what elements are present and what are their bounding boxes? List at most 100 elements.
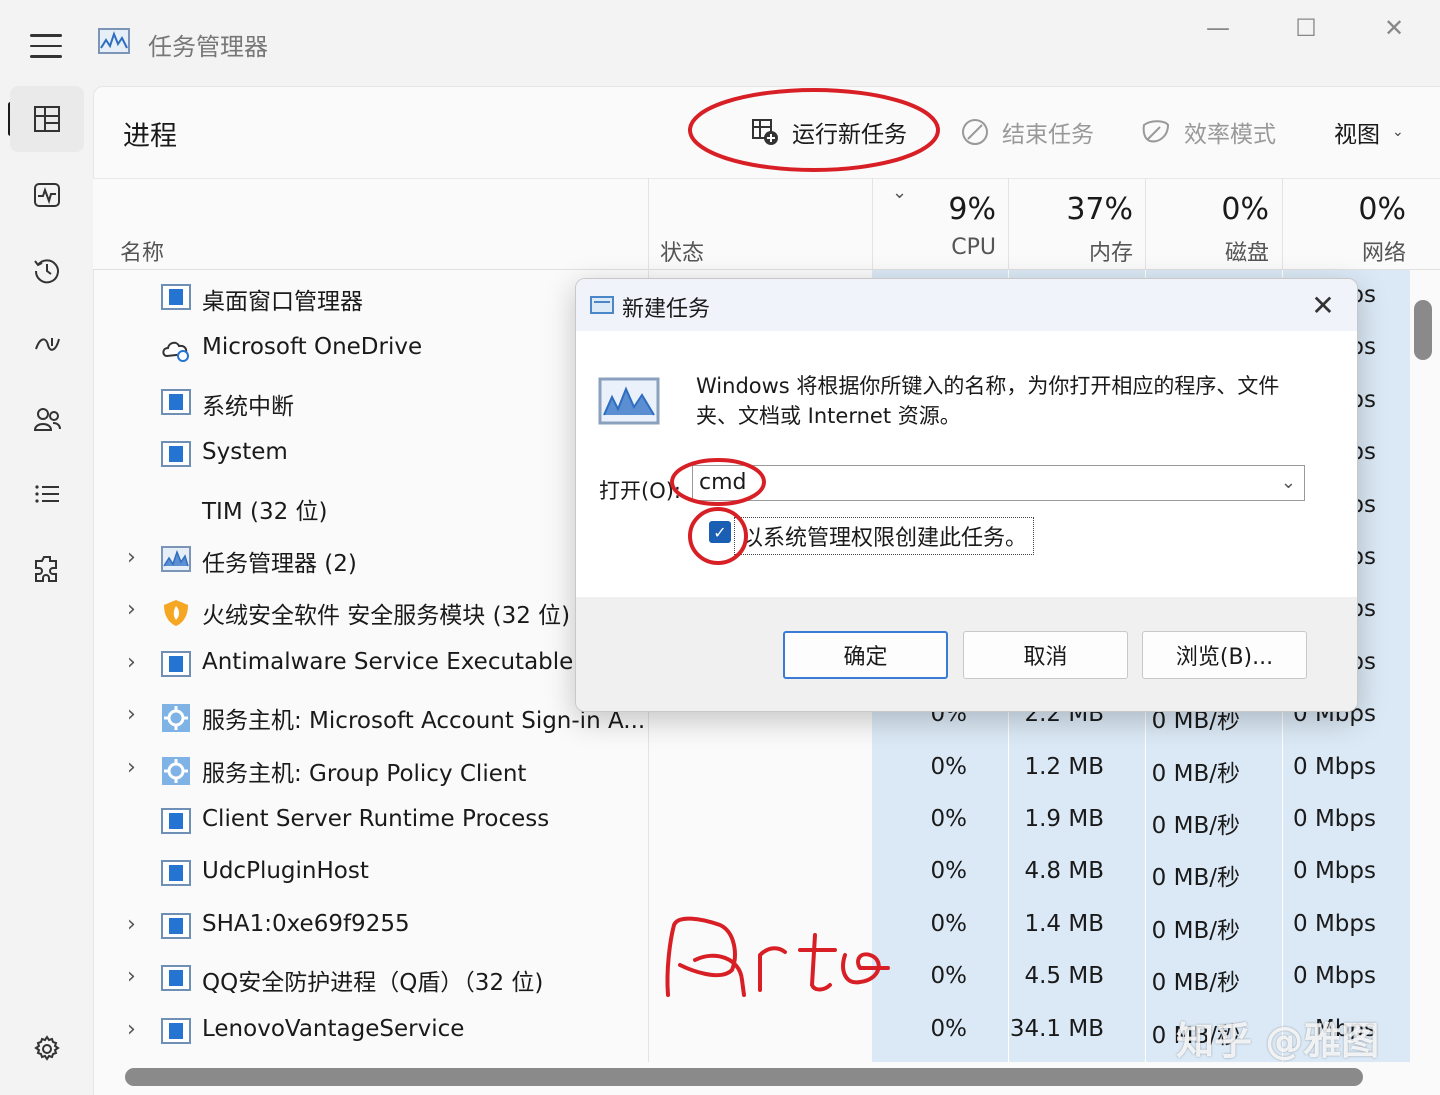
page-title: 进程 <box>123 121 177 152</box>
maximize-button[interactable]: ☐ <box>1276 10 1336 46</box>
app-window-icon <box>161 650 191 677</box>
app-window-icon <box>161 860 191 887</box>
dialog-close-button[interactable]: ✕ <box>1303 287 1343 323</box>
column-divider <box>872 178 873 270</box>
column-header-cpu[interactable]: CPU <box>951 235 996 260</box>
table-row[interactable]: › SHA1:0xe69f9255 0% 1.4 MB 0 MB/秒 0 Mbps <box>93 900 1410 952</box>
process-mem: 4.8 MB <box>1024 858 1104 885</box>
process-cpu: 0% <box>930 1015 968 1042</box>
table-row[interactable]: UdcPluginHost 0% 4.8 MB 0 MB/秒 0 Mbps <box>93 847 1410 899</box>
process-name: System <box>202 439 288 466</box>
process-mem: 1.9 MB <box>1024 806 1104 832</box>
process-name: TIM (32 位) <box>202 498 328 525</box>
cpu-percent[interactable]: 9% <box>948 192 996 227</box>
process-net: 0 Mbps <box>1293 858 1376 885</box>
column-header-status[interactable]: 状态 <box>660 235 704 267</box>
hamburger-menu-icon[interactable] <box>30 34 62 58</box>
process-cpu: 0% <box>930 858 968 885</box>
view-dropdown[interactable]: 视图 ⌄ <box>1334 112 1404 152</box>
column-divider <box>1008 178 1009 270</box>
new-task-icon <box>752 119 778 145</box>
dialog-title-bar: 新建任务 ✕ <box>576 279 1357 331</box>
column-header-disk[interactable]: 磁盘 <box>1225 235 1269 267</box>
process-name: 系统中断 <box>202 393 294 420</box>
admin-privileges-label[interactable]: 以系统管理权限创建此任务。 <box>734 517 1035 555</box>
process-net: 0 Mbps <box>1293 753 1376 780</box>
process-name: SHA1:0xe69f9255 <box>202 910 410 937</box>
process-mem: 1.2 MB <box>1024 753 1104 780</box>
app-window-icon <box>161 441 191 468</box>
horizontal-scrollbar[interactable] <box>125 1068 1363 1086</box>
gear-service-icon <box>161 703 191 733</box>
process-name: 任务管理器 (2) <box>202 551 357 577</box>
nav-startup-apps-icon[interactable] <box>10 311 84 377</box>
efficiency-mode-label: 效率模式 <box>1184 122 1276 148</box>
app-window-icon <box>161 912 191 939</box>
nav-details-icon[interactable] <box>10 461 84 527</box>
expand-chevron-icon[interactable]: › <box>127 755 136 780</box>
expand-chevron-icon[interactable]: › <box>127 1017 136 1042</box>
open-label: 打开(O): <box>599 479 681 503</box>
cancel-button[interactable]: 取消 <box>963 631 1128 679</box>
end-task-icon <box>962 119 988 145</box>
task-manager-app-icon <box>98 28 130 54</box>
process-name: 火绒安全软件 安全服务模块 (32 位) <box>202 603 571 630</box>
app-window-icon <box>161 388 191 415</box>
onedrive-icon <box>161 336 191 363</box>
open-command-combobox[interactable]: cmd ⌄ <box>692 465 1305 501</box>
app-window-icon <box>161 284 191 310</box>
app-title: 任务管理器 <box>148 33 268 61</box>
close-window-button[interactable]: ✕ <box>1364 10 1424 46</box>
nav-processes-icon[interactable] <box>10 86 84 152</box>
leaf-icon <box>1142 120 1170 143</box>
nav-app-history-icon[interactable] <box>10 237 84 303</box>
expand-chevron-icon[interactable]: › <box>127 912 136 937</box>
app-window-icon <box>161 965 191 992</box>
end-task-label: 结束任务 <box>1002 122 1094 148</box>
chevron-down-icon[interactable]: ⌄ <box>1281 472 1296 493</box>
admin-privileges-checkbox[interactable]: ✓ <box>709 521 731 543</box>
memory-percent[interactable]: 37% <box>1066 192 1133 227</box>
process-cpu: 0% <box>930 910 968 937</box>
run-dialog-icon <box>590 296 614 314</box>
nav-performance-icon[interactable] <box>10 162 84 228</box>
ok-button[interactable]: 确定 <box>783 631 948 679</box>
table-row[interactable]: Client Server Runtime Process 0% 1.9 MB 0 M… <box>93 795 1410 847</box>
process-cpu: 0% <box>930 963 968 990</box>
task-manager-large-icon <box>598 377 660 425</box>
column-header-memory[interactable]: 内存 <box>1089 235 1133 267</box>
column-header-network[interactable]: 网络 <box>1362 235 1406 267</box>
view-label: 视图 <box>1334 122 1380 148</box>
process-mem: 34.1 MB <box>1009 1015 1104 1042</box>
table-row[interactable]: › 服务主机: Group Policy Client 0% 1.2 MB 0 MB/秒… <box>93 743 1410 795</box>
watermark: 知乎 @雅图 <box>1176 1019 1380 1063</box>
browse-button[interactable]: 浏览(B)... <box>1142 631 1307 679</box>
nav-settings-gear-icon[interactable] <box>10 1016 84 1082</box>
nav-services-icon[interactable] <box>10 536 84 602</box>
process-name: QQ安全防护进程（Q盾）（32 位) <box>202 970 544 997</box>
efficiency-mode-button[interactable]: 效率模式 <box>1140 112 1276 152</box>
open-command-value[interactable]: cmd <box>699 470 747 495</box>
process-name: UdcPluginHost <box>202 858 369 885</box>
disk-percent[interactable]: 0% <box>1221 192 1269 227</box>
column-header-name[interactable]: 名称 <box>120 235 164 267</box>
nav-users-icon[interactable] <box>10 386 84 452</box>
expand-chevron-icon[interactable]: › <box>127 597 136 622</box>
title-bar: 任务管理器 — ☐ ✕ <box>0 0 1440 86</box>
vertical-scrollbar[interactable] <box>1414 300 1432 360</box>
run-new-task-button[interactable]: 运行新任务 <box>750 112 907 152</box>
network-percent[interactable]: 0% <box>1358 192 1406 227</box>
expand-chevron-icon[interactable]: › <box>127 545 136 570</box>
process-name: Microsoft OneDrive <box>202 334 423 361</box>
process-cpu: 0% <box>930 753 968 780</box>
sort-chevron-icon: ⌄ <box>892 182 908 203</box>
minimize-button[interactable]: — <box>1188 10 1248 46</box>
expand-chevron-icon[interactable]: › <box>127 702 136 727</box>
end-task-button[interactable]: 结束任务 <box>960 112 1094 152</box>
expand-chevron-icon[interactable]: › <box>127 650 136 675</box>
new-task-dialog: 新建任务 ✕ Windows 将根据你所键入的名称，为你打开相应的程序、文件夹、… <box>575 278 1358 712</box>
process-net: 0 Mbps <box>1293 963 1376 990</box>
expand-chevron-icon[interactable]: › <box>127 964 136 989</box>
process-name: 服务主机: Group Policy Client <box>202 760 527 787</box>
table-row[interactable]: › QQ安全防护进程（Q盾）（32 位) 0% 4.5 MB 0 MB/秒 0 Mbps <box>93 952 1410 1004</box>
